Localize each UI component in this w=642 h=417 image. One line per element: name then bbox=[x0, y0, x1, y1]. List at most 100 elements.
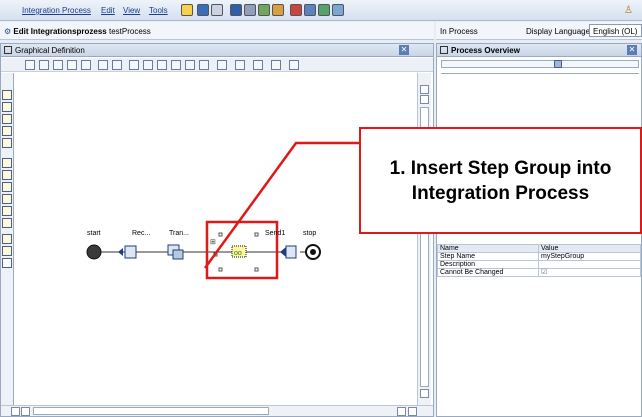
editor-title: ⚙ Edit Integrationsprozess testProcess bbox=[4, 27, 151, 36]
hscroll-thumb[interactable] bbox=[33, 407, 269, 415]
menu-edit[interactable]: Edit bbox=[101, 6, 115, 15]
start-node[interactable] bbox=[86, 244, 102, 260]
overview-divider bbox=[441, 73, 639, 74]
grid-icon[interactable] bbox=[157, 60, 167, 70]
palette-switch-icon[interactable] bbox=[2, 138, 12, 148]
palette-container-icon[interactable] bbox=[2, 158, 12, 168]
scroll-down-icon[interactable] bbox=[420, 389, 429, 398]
property-name: Description bbox=[437, 260, 539, 269]
instruction-callout: 1. Insert Step Group into Integration Pr… bbox=[359, 127, 642, 234]
align-icon[interactable] bbox=[143, 60, 153, 70]
display-language-label: Display Language bbox=[526, 27, 591, 36]
palette-loop-icon[interactable] bbox=[2, 194, 12, 204]
graph-toolbar bbox=[1, 58, 433, 72]
palette-receive-icon[interactable] bbox=[2, 90, 12, 100]
close-icon[interactable]: ✕ bbox=[399, 45, 409, 55]
properties-table: Name Value Step Name myStepGroup Descrip… bbox=[437, 244, 641, 277]
step-palette bbox=[1, 73, 14, 405]
undo-icon[interactable] bbox=[98, 60, 108, 70]
refresh-icon[interactable] bbox=[217, 60, 227, 70]
table-row[interactable]: Cannot Be Changed ☑ bbox=[437, 268, 641, 277]
property-name: Cannot Be Changed bbox=[437, 268, 539, 277]
user-icon[interactable]: ♙ bbox=[624, 5, 633, 16]
scroll-up-icon[interactable] bbox=[420, 85, 429, 94]
palette-wait-icon[interactable] bbox=[2, 206, 12, 216]
overview-close-icon[interactable]: ✕ bbox=[627, 45, 637, 55]
table-header-row: Name Value bbox=[437, 244, 641, 253]
node-label-send: Send1 bbox=[265, 230, 286, 237]
checkbox[interactable]: ☑ bbox=[538, 268, 641, 277]
editor-title-prefix: Edit Integrationsprozess bbox=[13, 27, 107, 36]
scroll-left-end-icon[interactable] bbox=[397, 407, 406, 416]
window-icon[interactable] bbox=[230, 4, 242, 16]
scroll-up-page-icon[interactable] bbox=[420, 95, 429, 104]
insert-icon[interactable] bbox=[25, 60, 35, 70]
palette-undefined-icon[interactable] bbox=[2, 234, 12, 244]
export-icon[interactable] bbox=[318, 4, 330, 16]
zoom-100-icon[interactable] bbox=[171, 60, 181, 70]
palette-send-icon[interactable] bbox=[2, 102, 12, 112]
scroll-right-icon[interactable] bbox=[21, 407, 30, 416]
zoom-out-icon[interactable] bbox=[199, 60, 209, 70]
svg-text:oo: oo bbox=[234, 250, 242, 257]
stop-node[interactable] bbox=[305, 244, 321, 260]
check-icon[interactable] bbox=[272, 4, 284, 16]
property-value[interactable] bbox=[538, 260, 641, 269]
overview-icon bbox=[440, 46, 448, 54]
hierarchy-icon[interactable] bbox=[258, 4, 270, 16]
activate-icon[interactable] bbox=[290, 4, 302, 16]
palette-block-icon[interactable] bbox=[2, 170, 12, 180]
menu-tools[interactable]: Tools bbox=[149, 6, 168, 15]
property-value[interactable]: myStepGroup bbox=[538, 252, 641, 261]
node-label-stop: stop bbox=[303, 230, 317, 237]
node-label-transformation: Tran... bbox=[169, 230, 189, 237]
paste-icon[interactable] bbox=[67, 60, 77, 70]
menu-integration-process[interactable]: Integration Process bbox=[22, 6, 91, 15]
menu-bar: Integration Process Edit View Tools ♙ bbox=[0, 0, 642, 21]
horizontal-scrollbar[interactable] bbox=[1, 405, 433, 416]
menu-view[interactable]: View bbox=[123, 6, 140, 15]
zoom-fit-icon[interactable] bbox=[129, 60, 139, 70]
copy-icon[interactable] bbox=[211, 4, 223, 16]
palette-step-group-icon[interactable] bbox=[2, 246, 12, 256]
table-row[interactable]: Step Name myStepGroup bbox=[437, 252, 641, 261]
palette-fork-icon[interactable] bbox=[2, 182, 12, 192]
color-icon[interactable] bbox=[253, 60, 263, 70]
palette-control-icon[interactable] bbox=[2, 218, 12, 228]
redo-icon[interactable] bbox=[112, 60, 122, 70]
display-language-select[interactable]: English (OL) bbox=[589, 24, 642, 37]
zoom-slider-handle[interactable] bbox=[554, 60, 562, 68]
zoom-in-icon[interactable] bbox=[185, 60, 195, 70]
save-icon[interactable] bbox=[197, 4, 209, 16]
editor-title-name: testProcess bbox=[109, 27, 151, 36]
filter-icon[interactable] bbox=[235, 60, 245, 70]
print-icon[interactable] bbox=[271, 60, 281, 70]
status-label: In Process bbox=[440, 27, 478, 36]
editor-title-bar: ⚙ Edit Integrationsprozess testProcess bbox=[0, 22, 434, 40]
receive-node[interactable] bbox=[118, 245, 137, 259]
callout-text: 1. Insert Step Group into Integration Pr… bbox=[389, 157, 612, 204]
palette-transformation-icon[interactable] bbox=[2, 126, 12, 136]
panel-title: Graphical Definition bbox=[15, 46, 85, 55]
edit-icon[interactable] bbox=[181, 4, 193, 16]
palette-blank-icon[interactable] bbox=[2, 258, 12, 268]
delete-icon[interactable] bbox=[81, 60, 91, 70]
transformation-node[interactable] bbox=[167, 244, 184, 260]
property-name: Step Name bbox=[437, 252, 539, 261]
overview-zoom-slider[interactable] bbox=[441, 60, 639, 68]
vertical-scrollbar[interactable] bbox=[417, 73, 431, 405]
table-row[interactable]: Description bbox=[437, 260, 641, 269]
overview-title: Process Overview bbox=[451, 46, 520, 55]
copy-icon[interactable] bbox=[53, 60, 63, 70]
display-icon[interactable] bbox=[304, 4, 316, 16]
scroll-left-icon[interactable] bbox=[11, 407, 20, 416]
object-icon[interactable] bbox=[244, 4, 256, 16]
panel-header: Graphical Definition ✕ bbox=[1, 44, 433, 57]
send-node[interactable] bbox=[280, 245, 297, 259]
settings-icon[interactable] bbox=[289, 60, 299, 70]
node-label-start: start bbox=[87, 230, 101, 237]
print-icon[interactable] bbox=[332, 4, 344, 16]
scroll-right-end-icon[interactable] bbox=[408, 407, 417, 416]
cut-icon[interactable] bbox=[39, 60, 49, 70]
palette-receiver-determination-icon[interactable] bbox=[2, 114, 12, 124]
